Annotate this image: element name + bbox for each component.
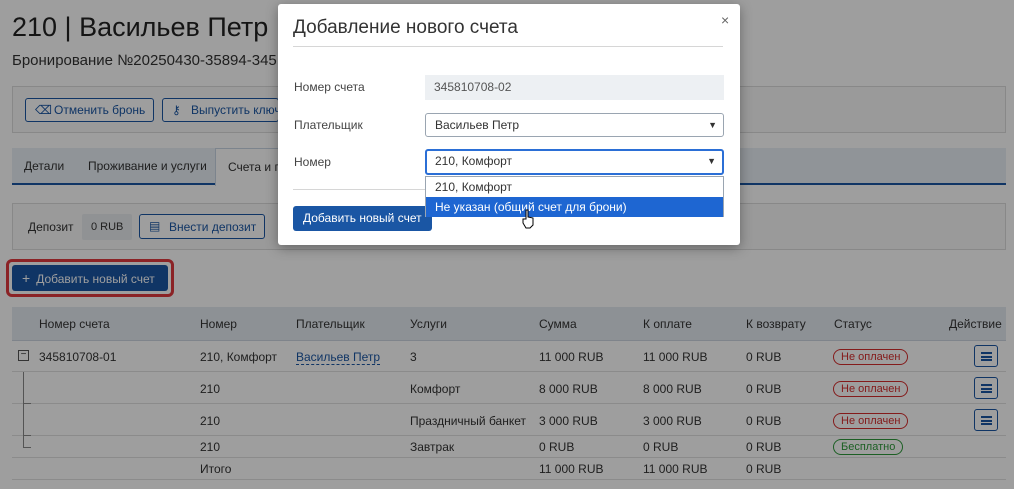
- room-option-selected[interactable]: Не указан (общий счет для брони): [426, 197, 723, 217]
- room-label: Номер: [294, 155, 331, 169]
- account-number-label: Номер счета: [294, 80, 365, 94]
- room-select[interactable]: 210, Комфорт ▼: [425, 149, 724, 175]
- chevron-down-icon: ▼: [707, 156, 716, 166]
- close-icon[interactable]: ×: [721, 12, 729, 28]
- payer-label: Плательщик: [294, 118, 363, 132]
- add-account-submit-button[interactable]: Добавить новый счет: [293, 206, 432, 231]
- mouse-cursor-icon: [522, 209, 534, 229]
- room-select-dropdown: 210, Комфорт Не указан (общий счет для б…: [425, 176, 724, 217]
- add-account-dialog: Добавление нового счета × Номер счета 34…: [278, 4, 740, 245]
- divider: [293, 46, 723, 47]
- account-number-field: 345810708-02: [425, 75, 724, 100]
- room-option[interactable]: 210, Комфорт: [426, 177, 723, 197]
- dialog-title: Добавление нового счета: [293, 17, 518, 38]
- chevron-down-icon: ▼: [708, 120, 717, 130]
- payer-select[interactable]: Васильев Петр ▼: [425, 113, 724, 137]
